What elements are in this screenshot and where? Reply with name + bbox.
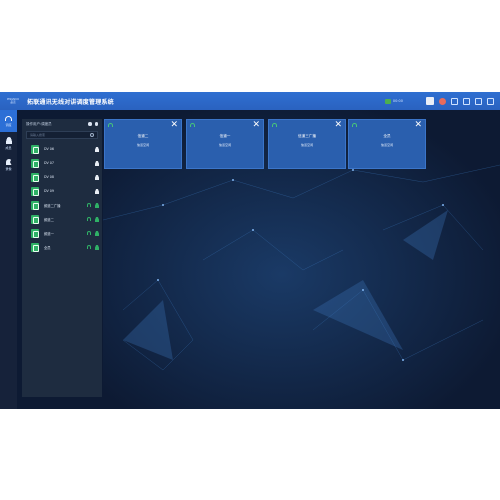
headset-icon[interactable] — [87, 217, 91, 221]
headset-icon — [352, 123, 357, 127]
channel-name: 信道一 — [219, 134, 231, 138]
headset-icon[interactable] — [87, 203, 91, 207]
list-item[interactable]: DV 06 — [26, 142, 99, 156]
channel-state: 信道空闲 — [300, 143, 314, 147]
list-item[interactable]: DV 08 — [26, 170, 99, 184]
channel-card[interactable]: ✕ 信道一 信道空闲 — [186, 119, 264, 169]
person-icon — [95, 160, 99, 166]
person-icon — [95, 146, 99, 152]
person-icon — [5, 136, 12, 144]
settings-icon[interactable] — [451, 97, 458, 105]
search-placeholder: 请输入搜索 — [30, 133, 46, 137]
person-icon — [95, 244, 99, 250]
headset-icon[interactable] — [88, 122, 92, 126]
device-icon — [31, 144, 39, 154]
channel-card[interactable]: ✕ 信道二 信道空闲 — [104, 119, 182, 169]
flag-icon — [5, 159, 12, 165]
close-icon[interactable]: ✕ — [414, 121, 422, 130]
channel-card[interactable]: ✕ 全员 信道空闲 — [348, 119, 426, 169]
person-icon — [95, 216, 99, 222]
channel-name: 信道三广播 — [298, 134, 316, 138]
device-icon — [31, 158, 39, 168]
channel-card[interactable]: ✕ 信道三广播 信道空闲 — [268, 119, 346, 169]
member-panel: 操作用户:调度员 请输入搜索 DV 06 DV 07 DV 08 DV 09 频… — [22, 119, 102, 397]
headset-icon — [272, 123, 277, 127]
person-icon — [95, 188, 99, 194]
device-icon — [31, 186, 39, 196]
status-icon — [384, 98, 391, 104]
maximize-icon[interactable] — [475, 97, 482, 105]
panel-header-tools — [88, 122, 98, 126]
nav-label: 调度 — [5, 122, 12, 127]
close-icon[interactable]: ✕ — [334, 121, 342, 130]
list-item[interactable]: 频道二广播 — [26, 198, 99, 212]
channel-state: 信道空闲 — [136, 143, 150, 147]
channel-state: 信道空闲 — [218, 143, 232, 147]
nav-label: 录像 — [5, 167, 12, 171]
list-item-label: DV 08 — [44, 175, 54, 179]
list-item[interactable]: 全员 — [26, 240, 99, 254]
app-title: 拓联通讯无线对讲调度管理系统 — [27, 98, 114, 106]
search-icon[interactable] — [90, 133, 94, 137]
list-item-label: 频道二 — [44, 217, 54, 222]
channel-name: 全员 — [383, 134, 391, 138]
search-input[interactable]: 请输入搜索 — [26, 131, 98, 139]
nav-item-recording[interactable]: 录像 — [0, 154, 17, 176]
list-item-label: 频道一 — [44, 231, 54, 236]
headset-icon — [5, 115, 12, 121]
status-text: 00:00 — [392, 99, 403, 103]
close-icon[interactable]: ✕ — [252, 121, 260, 130]
list-item-label: 频道二广播 — [44, 203, 61, 208]
channel-icon — [31, 200, 39, 210]
list-item[interactable]: DV 09 — [26, 184, 99, 198]
nav-item-dispatch[interactable]: 调度 — [0, 110, 17, 132]
close-icon[interactable]: ✕ — [170, 121, 178, 130]
nav-item-members[interactable]: 成员 — [0, 132, 17, 154]
headset-icon — [190, 123, 195, 127]
list-item-label: 全员 — [44, 245, 51, 250]
list-item-label: DV 06 — [44, 147, 54, 151]
side-nav: 调度 成员 录像 — [0, 110, 17, 409]
person-icon — [95, 230, 99, 236]
minimize-icon[interactable] — [463, 97, 470, 105]
list-item-label: DV 07 — [44, 161, 54, 165]
titlebar-tools: 00:00 — [384, 95, 494, 107]
person-icon[interactable] — [94, 122, 98, 126]
logo-line2: 品诺 — [10, 101, 16, 104]
channel-name: 信道二 — [137, 134, 149, 138]
nav-label: 成员 — [5, 145, 12, 150]
channel-icon — [31, 214, 39, 224]
title-bar: PINGNUO 品诺 拓联通讯无线对讲调度管理系统 00:00 — [0, 92, 500, 110]
channel-icon — [31, 242, 39, 252]
person-icon — [95, 202, 99, 208]
device-icon — [31, 172, 39, 182]
app-window: PINGNUO 品诺 拓联通讯无线对讲调度管理系统 00:00 调度 成员 录像… — [0, 92, 500, 409]
headset-icon[interactable] — [87, 245, 91, 249]
speaker-icon[interactable] — [426, 97, 434, 105]
close-icon[interactable] — [487, 97, 494, 105]
connection-status: 00:00 — [384, 98, 403, 104]
channel-icon — [31, 228, 39, 238]
channel-state: 信道空闲 — [380, 143, 394, 147]
panel-header: 操作用户:调度员 — [22, 119, 102, 129]
headset-icon[interactable] — [87, 231, 91, 235]
list-item-label: DV 09 — [44, 189, 54, 193]
person-icon — [95, 174, 99, 180]
panel-header-text: 操作用户:调度员 — [26, 121, 52, 126]
alarm-icon[interactable] — [439, 97, 446, 105]
list-item[interactable]: 频道二 — [26, 212, 99, 226]
list-item[interactable]: 频道一 — [26, 226, 99, 240]
headset-icon — [108, 123, 113, 127]
logo: PINGNUO 品诺 — [3, 94, 23, 108]
list-item[interactable]: DV 07 — [26, 156, 99, 170]
